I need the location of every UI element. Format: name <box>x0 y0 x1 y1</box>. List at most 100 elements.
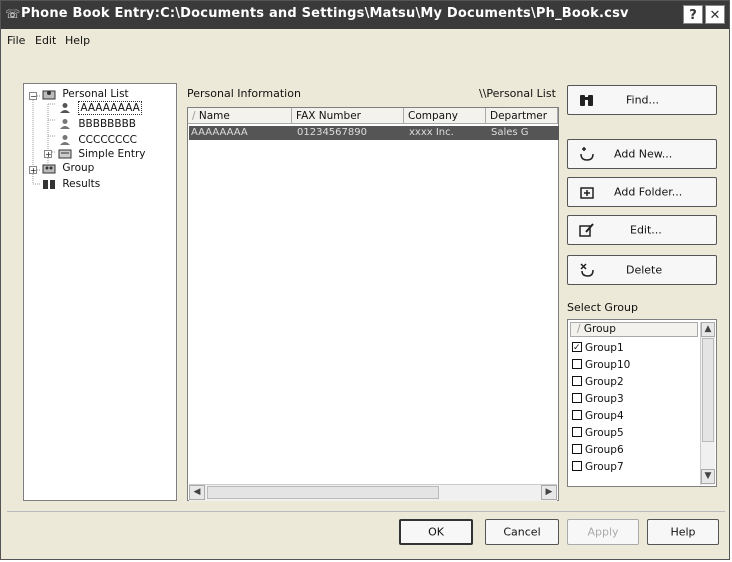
expand-simple-entry-icon[interactable]: + <box>44 150 52 159</box>
scroll-thumb[interactable] <box>207 486 439 499</box>
menu-edit[interactable]: Edit <box>35 34 56 47</box>
group-name: Group5 <box>585 427 624 439</box>
group-item-6[interactable]: Group6 <box>572 442 624 458</box>
button-label: OK <box>428 525 444 539</box>
scroll-right-icon[interactable]: ▶ <box>541 485 557 500</box>
entries-list[interactable]: / Name FAX Number Company Departmer AAAA… <box>187 107 559 501</box>
tree-item-entry-a[interactable]: AAAAAAAA <box>58 101 142 115</box>
button-label: Add New... <box>614 147 673 161</box>
folder-path: \\Personal List <box>479 87 556 100</box>
menu-bar: File Edit Help <box>1 31 729 51</box>
checkbox[interactable] <box>572 359 582 369</box>
table-row[interactable]: AAAAAAAA 01234567890 xxxx Inc. Sales G <box>189 126 559 140</box>
menu-help[interactable]: Help <box>65 34 90 47</box>
group-name: Group2 <box>585 376 624 388</box>
cell-department: Sales G <box>491 127 529 138</box>
group-item-1[interactable]: Group1 <box>572 340 624 356</box>
personal-info-label: Personal Information <box>187 87 301 100</box>
title-bar[interactable]: ☏ Phone Book Entry:C:\Documents and Sett… <box>1 1 729 29</box>
checkbox[interactable] <box>572 461 582 471</box>
group-column-header[interactable]: / Group <box>570 322 698 337</box>
tree-item-entry-c[interactable]: CCCCCCCC <box>58 134 137 146</box>
scroll-down-icon[interactable]: ▼ <box>701 469 715 484</box>
group-item-7[interactable]: Group7 <box>572 459 624 475</box>
tree-label: Simple Entry <box>78 148 146 160</box>
col-fax[interactable]: FAX Number <box>292 108 404 124</box>
group-item-10[interactable]: Group10 <box>572 357 630 373</box>
tree-label: AAAAAAAA <box>78 101 142 115</box>
button-label: Apply <box>587 525 619 539</box>
scroll-thumb[interactable] <box>702 338 714 442</box>
person-icon <box>60 103 70 113</box>
ok-button[interactable]: OK <box>399 519 473 545</box>
vertical-scrollbar[interactable]: ▲ ▼ <box>700 322 715 485</box>
pencil-edit-icon <box>579 223 594 237</box>
person-icon <box>60 135 70 145</box>
phone-book-icon: ☏ <box>5 7 21 21</box>
group-name: Group7 <box>585 461 624 473</box>
tree-item-simple-entry[interactable]: Simple Entry <box>58 148 145 160</box>
person-icon <box>60 119 70 129</box>
checkbox[interactable] <box>572 427 582 437</box>
button-label: Help <box>670 525 696 539</box>
tree-item-personal-list[interactable]: Personal List <box>42 88 129 100</box>
add-folder-icon <box>580 187 594 199</box>
tree-label: Personal List <box>62 88 129 100</box>
button-label: Delete <box>626 263 663 277</box>
horizontal-scrollbar[interactable]: ◀ ▶ <box>189 484 557 501</box>
select-group-label: Select Group <box>567 301 638 314</box>
card-icon <box>58 149 72 159</box>
folder-people-icon <box>42 90 56 100</box>
add-folder-button[interactable]: Add Folder... <box>567 177 717 207</box>
edit-button[interactable]: Edit... <box>567 215 717 245</box>
button-label: Find... <box>626 93 660 107</box>
delete-entry-icon <box>580 263 594 277</box>
group-name: Group6 <box>585 444 624 456</box>
expand-group-icon[interactable]: + <box>29 166 37 175</box>
help-button[interactable]: Help <box>647 519 719 545</box>
add-new-button[interactable]: Add New... <box>567 139 717 169</box>
col-name[interactable]: / Name <box>188 108 292 124</box>
close-button[interactable]: ✕ <box>705 5 725 24</box>
group-item-2[interactable]: Group2 <box>572 374 624 390</box>
scroll-up-icon[interactable]: ▲ <box>701 322 715 337</box>
tree-item-entry-b[interactable]: BBBBBBBB <box>58 118 136 130</box>
tree-panel[interactable]: − Personal List AAAAAAAA BBBBBBBB CCCCCC… <box>23 83 177 501</box>
menu-file[interactable]: File <box>7 34 25 47</box>
checkbox[interactable] <box>572 393 582 403</box>
button-label: Cancel <box>503 525 541 539</box>
checkbox[interactable] <box>572 340 582 356</box>
group-item-4[interactable]: Group4 <box>572 408 624 424</box>
col-company[interactable]: Company <box>404 108 486 124</box>
delete-button[interactable]: Delete <box>567 255 717 285</box>
add-entry-icon <box>580 147 594 161</box>
cancel-button[interactable]: Cancel <box>485 519 559 545</box>
cell-company: xxxx Inc. <box>409 127 454 138</box>
checkbox[interactable] <box>572 410 582 420</box>
group-item-3[interactable]: Group3 <box>572 391 624 407</box>
collapse-personal-icon[interactable]: − <box>29 92 37 101</box>
group-item-5[interactable]: Group5 <box>572 425 624 441</box>
tree-label: Results <box>62 178 101 190</box>
apply-button[interactable]: Apply <box>567 519 639 545</box>
find-button[interactable]: Find... <box>567 85 717 115</box>
checkbox[interactable] <box>572 376 582 386</box>
button-label: Edit... <box>630 223 662 237</box>
tree-item-results[interactable]: Results <box>42 178 100 190</box>
window-title: Phone Book Entry:C:\Documents and Settin… <box>21 6 629 21</box>
help-title-button[interactable]: ? <box>683 5 703 24</box>
checkbox[interactable] <box>572 444 582 454</box>
tree-item-group[interactable]: Group <box>42 162 94 174</box>
tree-label: Group <box>62 162 95 174</box>
binoculars-icon <box>580 95 593 106</box>
binoculars-icon <box>43 180 55 189</box>
scroll-left-icon[interactable]: ◀ <box>189 485 205 500</box>
footer-divider <box>7 511 725 512</box>
button-label: Add Folder... <box>614 185 683 199</box>
col-department[interactable]: Departmer <box>486 108 558 124</box>
group-list[interactable]: / Group Group1 Group10 Group2 Group3 Gro… <box>567 319 717 487</box>
group-name: Group1 <box>585 342 624 354</box>
group-name: Group10 <box>585 359 631 371</box>
group-name: Group3 <box>585 393 624 405</box>
folder-group-icon <box>42 164 56 174</box>
